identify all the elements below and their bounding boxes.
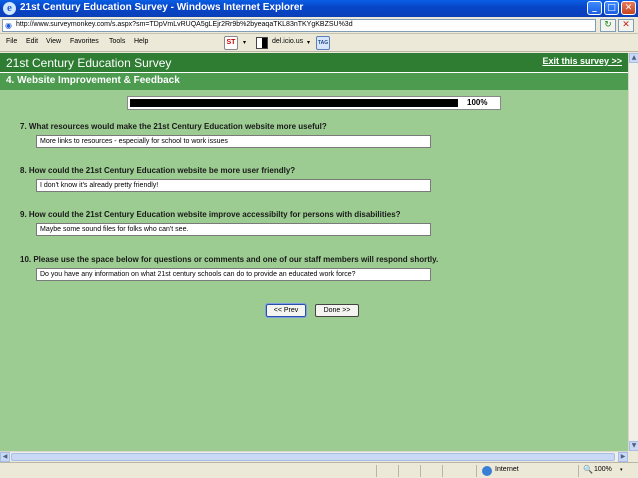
section-header: 4. Website Improvement & Feedback	[0, 73, 628, 90]
menu-help[interactable]: Help	[134, 38, 148, 45]
question-10-label: 10. Please use the space below for quest…	[20, 255, 439, 264]
menu-favorites[interactable]: Favorites	[70, 38, 99, 45]
close-button[interactable]: ✕	[621, 1, 636, 15]
vertical-scrollbar[interactable]: ▲ ▼	[628, 53, 638, 451]
stop-icon[interactable]: ✕	[618, 19, 634, 32]
delicious-button[interactable]: del.icio.us	[272, 38, 303, 45]
scroll-left-icon[interactable]: ◀	[0, 452, 10, 462]
status-divider	[420, 465, 421, 477]
question-7-answer-input[interactable]: More links to resources - especially for…	[36, 135, 431, 148]
menu-view[interactable]: View	[46, 38, 61, 45]
survey-title: 21st Century Education Survey	[6, 56, 172, 70]
status-divider	[398, 465, 399, 477]
status-divider	[376, 465, 377, 477]
question-9-answer-input[interactable]: Maybe some sound files for folks who can…	[36, 223, 431, 236]
page-icon: ◉	[5, 21, 12, 30]
question-8-label: 8. How could the 21st Century Education …	[20, 166, 296, 175]
survey-page: 21st Century Education Survey Exit this …	[0, 53, 628, 451]
question-10-answer-input[interactable]: Do you have any information on what 21st…	[36, 268, 431, 281]
prev-button[interactable]: << Prev	[265, 303, 307, 318]
zoom-icon[interactable]: 🔍	[583, 465, 593, 474]
menu-file[interactable]: File	[6, 38, 17, 45]
progress-label: 100%	[467, 98, 488, 107]
section-title: 4. Website Improvement & Feedback	[6, 75, 180, 86]
done-button[interactable]: Done >>	[315, 304, 359, 317]
survey-header: 21st Century Education Survey Exit this …	[0, 53, 628, 73]
progress-track	[130, 99, 458, 107]
addon-icon[interactable]: ST	[224, 36, 238, 50]
globe-icon	[482, 466, 492, 476]
scroll-corner	[628, 451, 638, 461]
status-divider	[476, 465, 477, 477]
exit-survey-link[interactable]: Exit this survey >>	[542, 56, 622, 66]
delicious-icon[interactable]	[256, 37, 268, 49]
status-bar: Internet 🔍 100% ▾	[0, 462, 638, 478]
progress-fill	[130, 99, 458, 107]
progress-bar: 100%	[127, 96, 501, 110]
menu-tools[interactable]: Tools	[109, 38, 125, 45]
addon-dropdown-icon[interactable]: ▾	[243, 39, 246, 46]
minimize-button[interactable]: _	[587, 1, 602, 15]
menu-edit[interactable]: Edit	[26, 38, 38, 45]
question-9-label: 9. How could the 21st Century Education …	[20, 210, 401, 219]
tag-icon[interactable]: TAG	[316, 36, 330, 50]
zoom-dropdown-icon[interactable]: ▾	[620, 467, 623, 473]
maximize-button[interactable]: □	[604, 1, 619, 15]
delicious-dropdown-icon[interactable]: ▾	[307, 39, 310, 46]
security-zone-label: Internet	[495, 466, 519, 473]
question-8-answer-input[interactable]: I don't know it's already pretty friendl…	[36, 179, 431, 192]
horizontal-scroll-thumb[interactable]	[11, 453, 615, 461]
internet-explorer-icon: e	[3, 2, 16, 15]
status-divider	[578, 465, 579, 477]
window-title: 21st Century Education Survey - Windows …	[20, 2, 304, 13]
menu-bar: File Edit View Favorites Tools Help ST ▾…	[0, 34, 638, 52]
window-title-bar[interactable]: e 21st Century Education Survey - Window…	[0, 0, 638, 17]
status-divider	[442, 465, 443, 477]
address-field[interactable]: ◉ http://www.surveymonkey.com/s.aspx?sm=…	[2, 19, 596, 32]
scroll-right-icon[interactable]: ▶	[618, 452, 628, 462]
scroll-up-icon[interactable]: ▲	[629, 53, 638, 63]
zoom-level[interactable]: 100%	[594, 466, 612, 473]
refresh-icon[interactable]: ↻	[600, 19, 616, 32]
address-bar: ◉ http://www.surveymonkey.com/s.aspx?sm=…	[0, 17, 638, 34]
horizontal-scrollbar[interactable]: ◀ ▶	[0, 451, 628, 462]
address-url: http://www.surveymonkey.com/s.aspx?sm=TD…	[16, 21, 353, 28]
scroll-down-icon[interactable]: ▼	[629, 441, 638, 451]
question-7-label: 7. What resources would make the 21st Ce…	[20, 122, 327, 131]
